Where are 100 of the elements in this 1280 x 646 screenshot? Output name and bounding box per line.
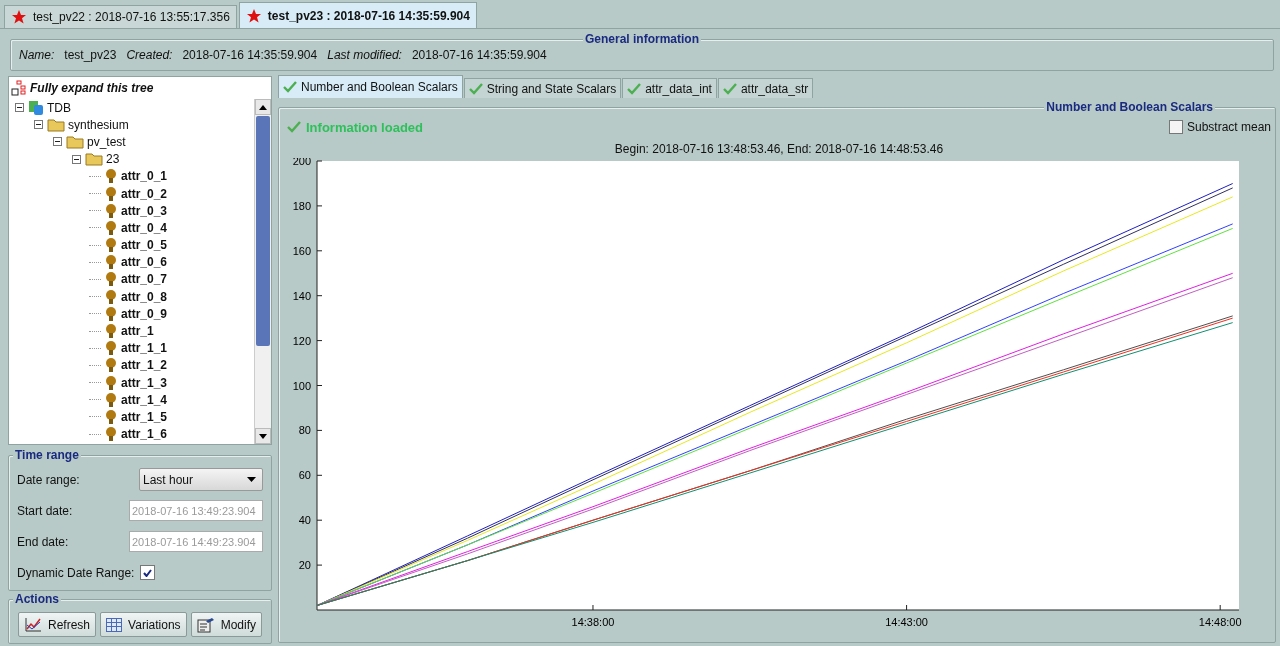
lightbulb-icon [104, 408, 118, 425]
tree-node[interactable]: attr_0_1 [121, 169, 168, 184]
field-label: Name: [19, 48, 55, 62]
lightbulb-icon [104, 305, 118, 322]
tree-node[interactable]: attr_0_6 [121, 255, 168, 270]
y-tick-label: 80 [298, 424, 311, 437]
field-label: Start date: [17, 503, 73, 518]
document-tab[interactable]: test_pv23 : 2018-07-16 14:35:59.904 [238, 2, 477, 28]
action-button[interactable]: Refresh [18, 612, 97, 637]
lightbulb-icon [104, 357, 118, 374]
tree-node[interactable]: synthesium [68, 117, 129, 132]
tree-node[interactable]: attr_0_8 [121, 289, 168, 304]
checkmark-icon [287, 121, 301, 133]
tree-node[interactable]: attr_1_4 [121, 392, 168, 407]
field-label: End date: [17, 534, 69, 549]
tree-node[interactable]: attr_0_9 [121, 306, 168, 321]
y-tick-label: 60 [298, 469, 311, 482]
view-tab[interactable]: attr_data_str [717, 78, 814, 98]
checkbox[interactable] [140, 565, 156, 580]
tree-expand-icon[interactable] [11, 80, 27, 96]
status-message: Information loaded [306, 119, 423, 135]
y-tick-label: 200 [292, 158, 311, 167]
expand-tree-link[interactable]: Fully expand this tree [30, 81, 154, 95]
field-label: Last modified: [327, 48, 402, 62]
tree-node[interactable]: attr_1_1 [121, 341, 168, 356]
lightbulb-icon [104, 426, 118, 443]
star-icon [245, 7, 262, 24]
checkbox[interactable] [1168, 120, 1183, 134]
folder-icon [85, 152, 103, 167]
tree-node[interactable]: attr_1 [121, 324, 154, 339]
checkbox-label: Substract mean [1186, 120, 1271, 134]
lightbulb-icon [104, 323, 118, 340]
x-tick-label: 14:38:00 [571, 616, 615, 628]
y-tick-label: 40 [298, 514, 311, 527]
section-title: Number and Boolean Scalars [1044, 100, 1215, 114]
chart-title: Begin: 2018-07-16 13:48:53.46, End: 2018-07-16 14:48:53.46 [614, 141, 944, 158]
field-value: test_pv23 [64, 48, 117, 62]
view-tab[interactable]: attr_data_int [622, 78, 717, 98]
y-tick-label: 180 [292, 199, 311, 212]
tree-node[interactable]: attr_0_2 [121, 186, 168, 201]
lightbulb-icon [104, 374, 118, 391]
checkmark-icon [143, 568, 153, 577]
tree-node[interactable]: attr_0_5 [121, 238, 168, 253]
checkmark-icon [627, 82, 642, 95]
y-tick-label: 140 [292, 289, 311, 302]
collapse-icon[interactable] [71, 154, 81, 164]
y-tick-label: 120 [292, 334, 311, 347]
x-tick-label: 14:48:00 [1198, 616, 1242, 628]
collapse-icon[interactable] [14, 103, 24, 113]
checkmark-icon [283, 81, 297, 93]
lightbulb-icon [104, 271, 118, 288]
folder-icon [47, 117, 65, 132]
y-tick-label: 20 [298, 559, 311, 572]
date-range-dropdown[interactable]: Last hour [139, 468, 263, 491]
tree-node[interactable]: attr_1_2 [121, 358, 168, 373]
chart-icon [24, 616, 42, 633]
field-value: 2018-07-16 14:35:59.904 [411, 48, 547, 62]
action-button[interactable]: Variations [100, 612, 187, 637]
scroll-up-icon[interactable] [259, 104, 267, 110]
tree-node[interactable]: attr_1_5 [121, 409, 168, 424]
lightbulb-icon [104, 219, 118, 236]
y-tick-label: 160 [292, 244, 311, 257]
lightbulb-icon [104, 340, 118, 357]
x-tick-label: 14:43:00 [885, 616, 928, 628]
field-label: Date range: [17, 472, 80, 487]
clipboard-edit-icon [196, 616, 215, 633]
field-label: Dynamic Date Range: [17, 565, 135, 580]
tree-node[interactable]: attr_0_4 [121, 220, 168, 235]
section-title: General information [583, 32, 701, 46]
section-title: Time range [13, 448, 81, 462]
lightbulb-icon [104, 391, 118, 408]
lightbulb-icon [104, 202, 118, 219]
scroll-down-icon[interactable] [259, 433, 267, 439]
star-icon [11, 9, 27, 25]
tree-node[interactable]: attr_0_7 [121, 272, 168, 287]
collapse-icon[interactable] [33, 120, 43, 130]
lightbulb-icon [104, 288, 118, 305]
view-tab[interactable]: String and State Scalars [463, 78, 622, 98]
tree-node[interactable]: TDB [47, 100, 71, 115]
view-tab[interactable]: Number and Boolean Scalars [278, 75, 463, 98]
field-label: Created: [126, 48, 173, 62]
tree-node[interactable]: attr_1_3 [121, 375, 168, 390]
section-title: Actions [13, 592, 61, 606]
collapse-icon[interactable] [52, 137, 62, 147]
checkmark-icon [468, 82, 483, 95]
lightbulb-icon [104, 168, 118, 185]
checkmark-icon [722, 82, 737, 95]
scrollbar[interactable] [254, 99, 271, 444]
database-icon [28, 99, 44, 116]
y-tick-label: 100 [292, 379, 311, 392]
tree-node[interactable]: attr_0_3 [121, 203, 168, 218]
tree-node[interactable]: pv_test [87, 134, 126, 149]
tree-node[interactable]: 23 [106, 152, 120, 167]
field-value: 2018-07-16 14:35:59.904 [182, 48, 318, 62]
action-button[interactable]: Modify [190, 612, 262, 637]
lightbulb-icon [104, 237, 118, 254]
lightbulb-icon [104, 254, 118, 271]
document-tab[interactable]: test_pv22 : 2018-07-16 13:55:17.356 [4, 5, 237, 28]
dropdown-arrow-icon [247, 477, 256, 482]
tree-node[interactable]: attr_1_6 [121, 427, 168, 442]
